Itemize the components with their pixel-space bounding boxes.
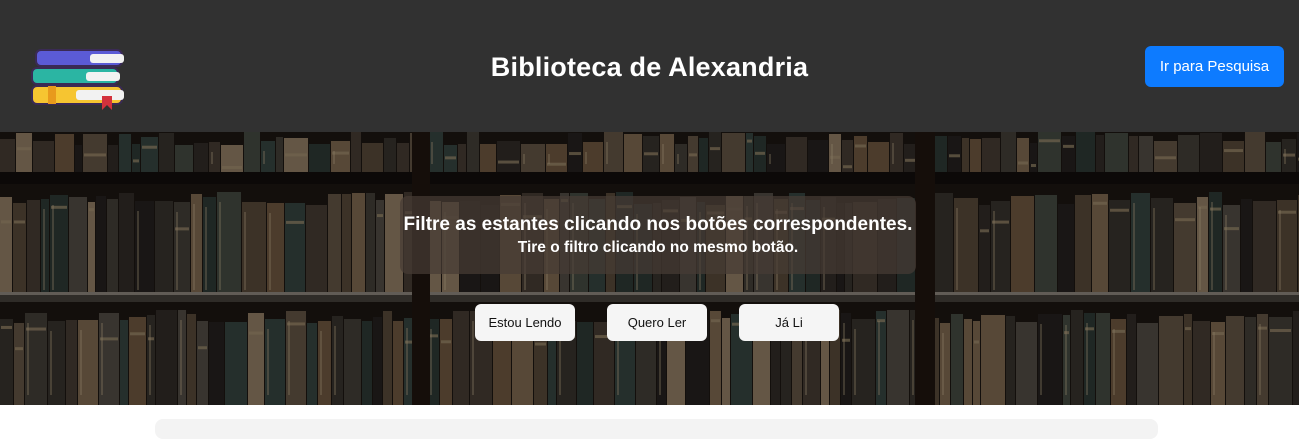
site-header: Biblioteca de Alexandria Ir para Pesquis… — [0, 0, 1299, 132]
filter-want-to-read-button[interactable]: Quero Ler — [607, 304, 707, 341]
content-card — [155, 419, 1158, 439]
filter-reading-button[interactable]: Estou Lendo — [475, 304, 575, 341]
instruction-subtext: Tire o filtro clicando no mesmo botão. — [517, 239, 799, 256]
search-nav-button[interactable]: Ir para Pesquisa — [1145, 46, 1284, 87]
filter-instructions: Filtre as estantes clicando nos botões c… — [400, 196, 916, 274]
filter-read-button[interactable]: Já Li — [739, 304, 839, 341]
instruction-text: Filtre as estantes clicando nos botões c… — [403, 214, 913, 235]
page-title: Biblioteca de Alexandria — [490, 52, 809, 82]
